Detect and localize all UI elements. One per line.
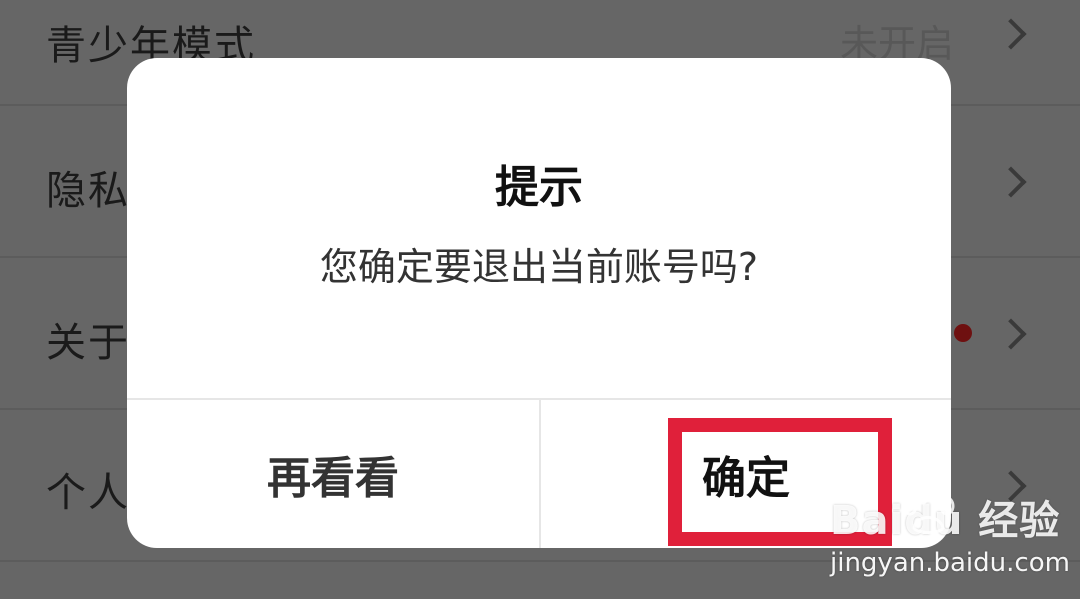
dialog-message: 您确定要退出当前账号吗? (319, 245, 759, 289)
notification-dot (954, 324, 972, 342)
baidu-paw-icon (902, 486, 955, 534)
chevron-right-icon (995, 318, 1027, 350)
settings-row-label: 个人 (46, 470, 130, 516)
watermark-url: jingyan.baidu.com (830, 548, 1070, 578)
baidu-watermark: Baidu 经验 jingyan.baidu.com (830, 486, 1070, 588)
settings-row-label: 关于 (46, 320, 130, 366)
chevron-right-icon (995, 166, 1027, 198)
settings-row-label: 隐私 (46, 168, 130, 214)
chevron-right-icon (995, 18, 1027, 50)
cancel-button[interactable]: 再看看 (127, 400, 539, 548)
dialog-title: 提示 (495, 162, 583, 213)
